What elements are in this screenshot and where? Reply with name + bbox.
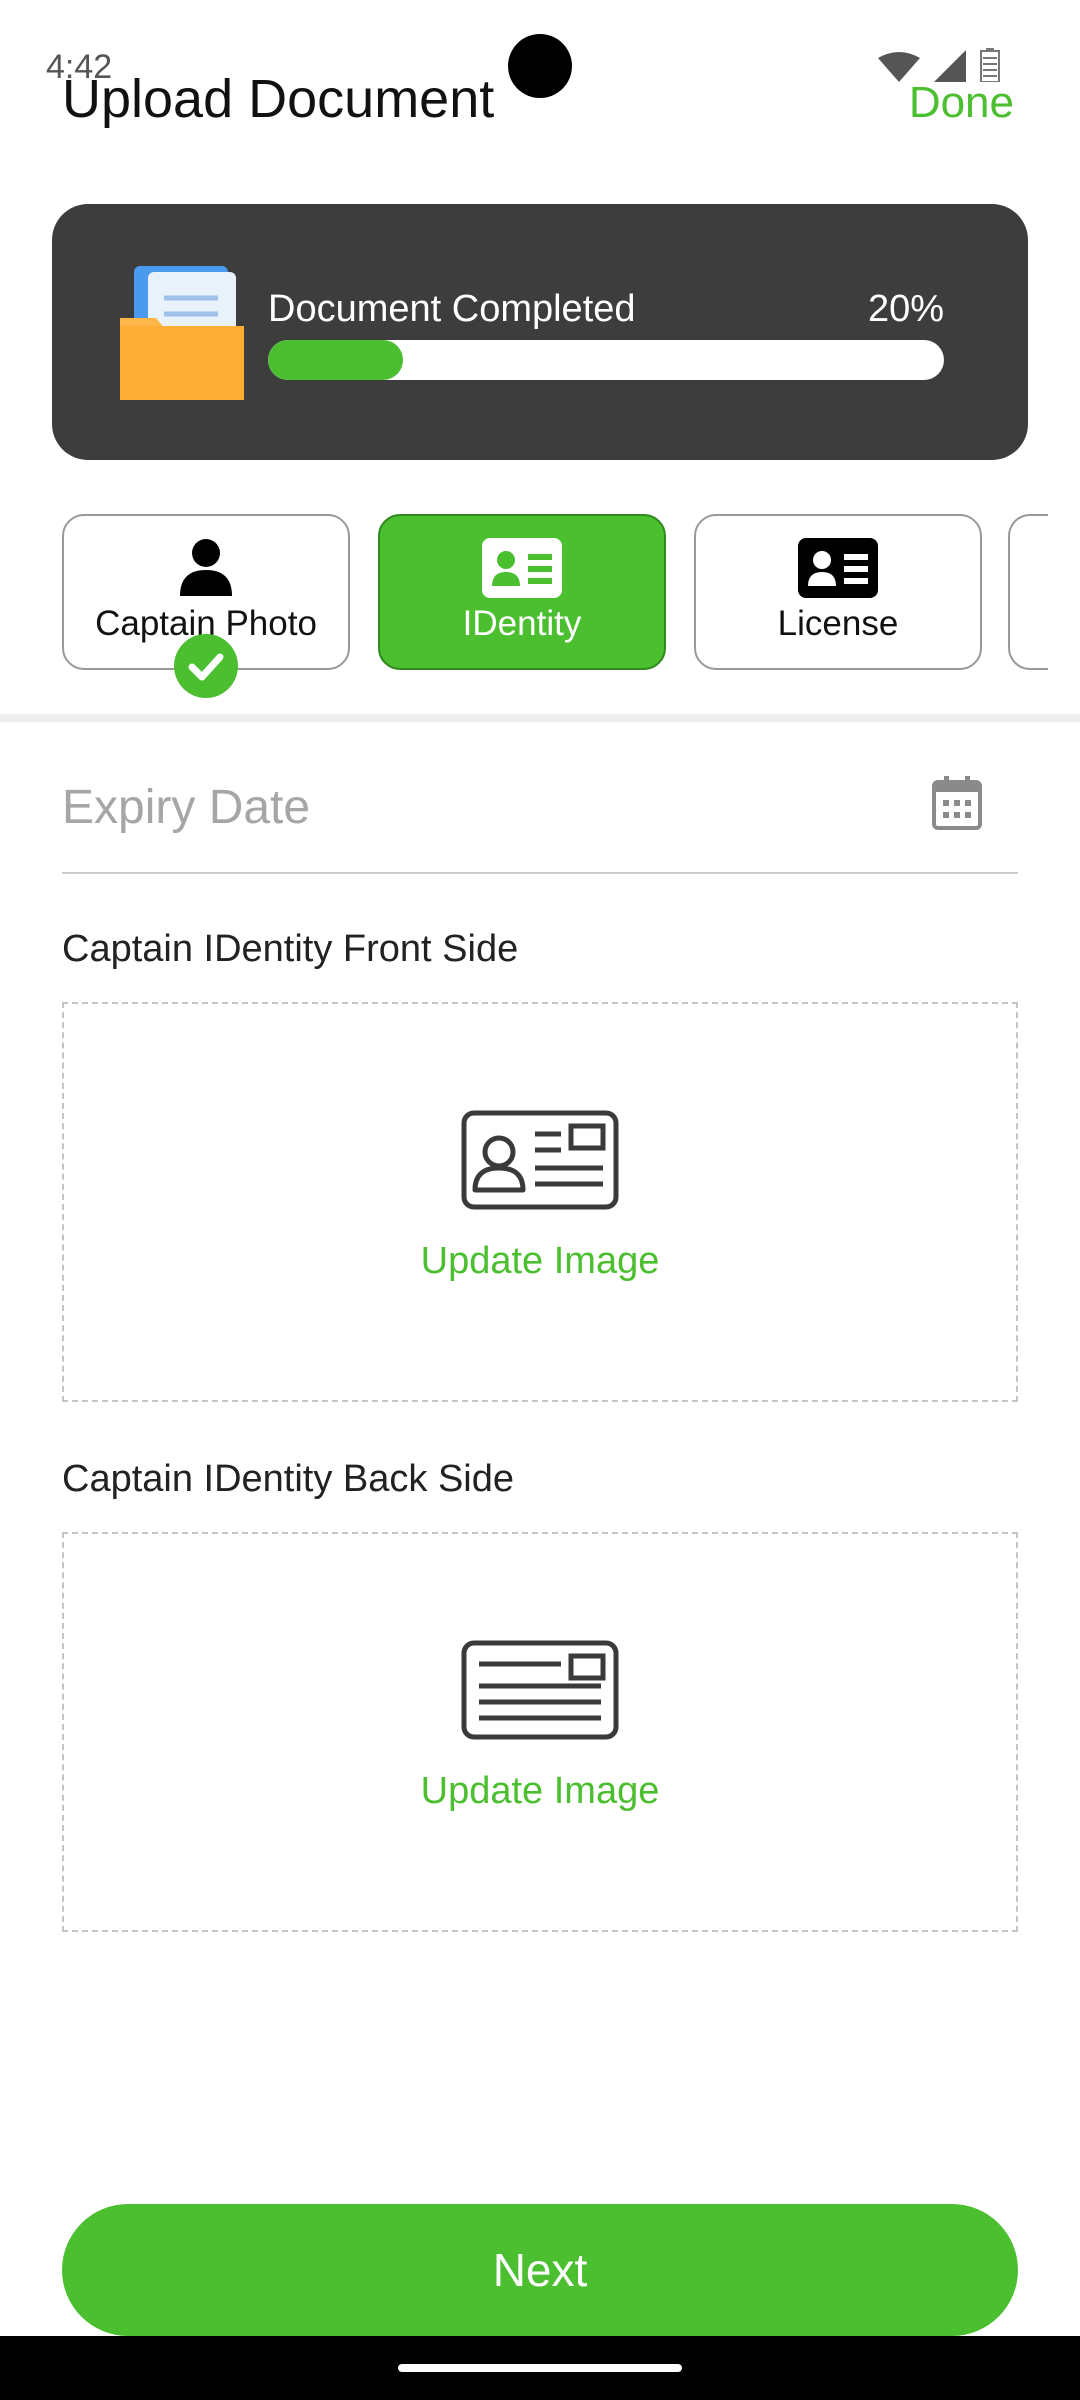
tab-label: IDentity — [462, 604, 582, 643]
back-side-label: Captain IDentity Back Side — [62, 1458, 515, 1500]
front-side-label: Captain IDentity Front Side — [62, 928, 519, 970]
back-side-upload-box[interactable]: Update Image — [62, 1532, 1018, 1932]
tab-identity[interactable]: IDentity — [378, 514, 666, 670]
expiry-date-placeholder: Expiry Date — [62, 781, 311, 834]
progress-fill — [268, 340, 404, 380]
front-side-upload-box[interactable]: Update Image — [62, 1002, 1018, 1402]
next-button[interactable]: Next — [62, 2204, 1018, 2336]
progress-label: Document Completed — [268, 288, 636, 330]
id-card-icon — [482, 538, 562, 603]
calendar-icon[interactable] — [932, 776, 982, 835]
person-icon — [178, 538, 234, 601]
folder-document-icon — [118, 266, 248, 400]
tab-label: License — [777, 604, 899, 643]
camera-cutout — [508, 34, 572, 98]
navigation-bar — [0, 2336, 1080, 2400]
check-icon — [174, 634, 238, 698]
done-button[interactable]: Done — [909, 78, 1014, 128]
tab-next-partial[interactable] — [1008, 514, 1048, 670]
id-card-back-icon — [461, 1640, 619, 1745]
license-card-icon — [798, 538, 878, 603]
divider — [0, 714, 1080, 722]
home-indicator[interactable] — [398, 2364, 682, 2372]
update-image-link[interactable]: Update Image — [64, 1240, 1016, 1283]
update-image-link[interactable]: Update Image — [64, 1770, 1016, 1813]
tab-license[interactable]: License — [694, 514, 982, 670]
progress-track — [268, 340, 944, 380]
progress-card: Document Completed 20% — [52, 204, 1028, 460]
page-title: Upload Document — [62, 69, 495, 129]
progress-percent: 20% — [867, 288, 944, 330]
expiry-date-field[interactable]: Expiry Date — [62, 760, 1018, 874]
id-card-front-icon — [461, 1110, 619, 1215]
